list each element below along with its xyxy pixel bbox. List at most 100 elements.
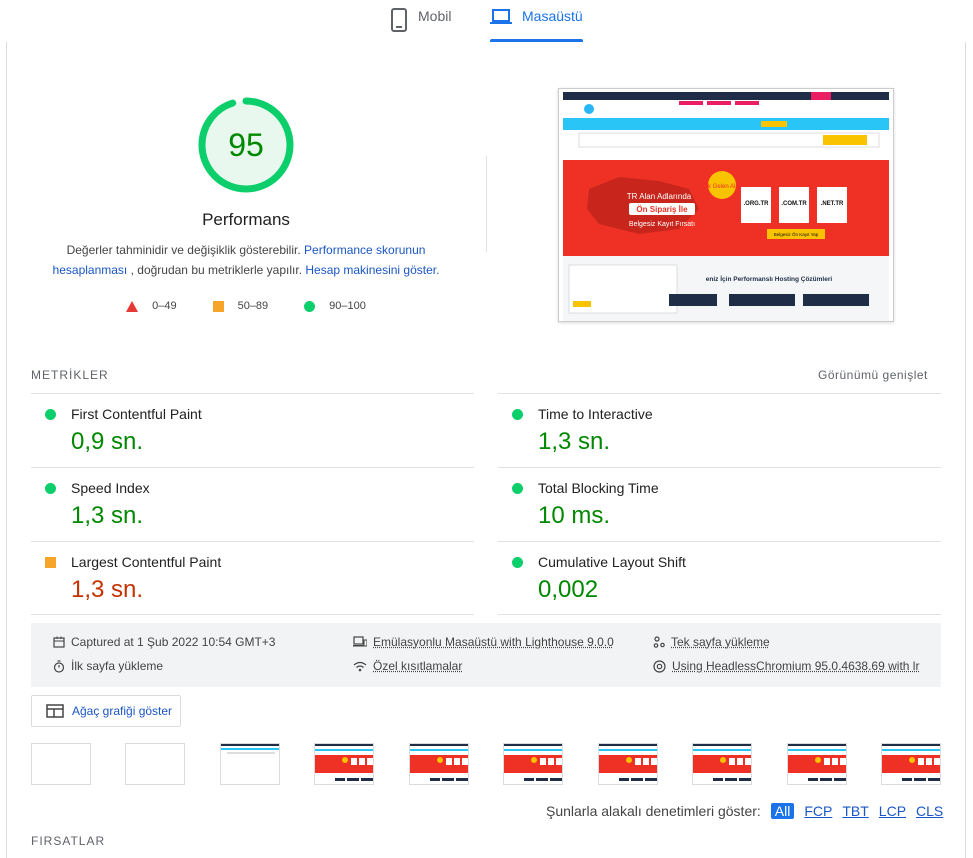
banner-line-3: Belgesiz Kayıt Fırsatı (629, 221, 695, 228)
metrics-heading: METRİKLER (31, 368, 109, 382)
filmstrip-frame-7 (598, 743, 658, 785)
emulation-info: Emülasyonlu Masaüstü with Lighthouse 9.0… (353, 635, 614, 649)
pass-circle-icon (512, 483, 523, 494)
score-legend: 0–49 50–89 90–100 (0, 300, 492, 312)
throttling-text[interactable]: Özel kısıtlamalar (373, 659, 462, 673)
pass-circle-icon (45, 409, 56, 420)
filter-chip-fcp[interactable]: FCP (804, 803, 832, 819)
triangle-icon (126, 300, 139, 312)
frame-image (410, 744, 468, 781)
screenshot-image: İlk Gelen Alır TR Alan Adlarında Ön Sipa… (563, 92, 889, 321)
metric-value: 1,3 sn. (71, 502, 144, 529)
legend-average-label: 50–89 (237, 300, 269, 312)
expand-view-toggle[interactable]: Görünümü genişlet (818, 368, 928, 382)
metric-name: Cumulative Layout Shift (538, 554, 686, 570)
final-screenshot[interactable]: İlk Gelen Alır TR Alan Adlarında Ön Sipa… (558, 88, 894, 322)
calendar-icon (53, 636, 65, 648)
emulation-text[interactable]: Emülasyonlu Masaüstü with Lighthouse 9.0… (373, 635, 614, 649)
metric-value: 0,002 (538, 576, 599, 603)
legend-fail-label: 0–49 (152, 300, 177, 312)
metric-value: 1,3 sn. (538, 428, 611, 455)
treemap-icon (46, 704, 64, 718)
timer-icon (53, 659, 65, 673)
throttling-info: Özel kısıtlamalar (353, 659, 462, 673)
circle-icon (304, 300, 316, 312)
filmstrip-frame-9 (787, 743, 847, 785)
devices-icon (353, 636, 367, 647)
treemap-button-label: Ağaç grafiği göster (72, 704, 173, 718)
filmstrip-frame-2 (125, 743, 185, 785)
performance-title: Performans (202, 210, 290, 229)
browser-text[interactable]: Using HeadlessChromium 95.0.4638.69 with… (672, 659, 919, 673)
banner-cta: Belgesiz Ön Kayıt Yap (774, 231, 819, 237)
frame-image (315, 744, 373, 781)
metric-name: Total Blocking Time (538, 480, 659, 496)
average-square-icon (45, 557, 56, 568)
metric-name: First Contentful Paint (71, 406, 202, 422)
filter-chip-lcp[interactable]: LCP (879, 803, 906, 819)
opportunities-heading: FIRSATLAR (31, 834, 106, 848)
desc-text-1: Değerler tahminidir ve değişiklik göster… (66, 243, 305, 257)
pass-circle-icon (512, 409, 523, 420)
metrics-divider (31, 614, 474, 615)
domain-2: .COM.TR (781, 201, 807, 207)
pass-circle-icon (512, 557, 523, 568)
tab-desktop-label: Masaüstü (522, 8, 583, 24)
metric-fcp: First Contentful Paint 0,9 sn. (31, 393, 474, 467)
calculator-link[interactable]: Hesap makinesini göster. (305, 263, 439, 277)
metric-name: Speed Index (71, 480, 150, 496)
frame-image (788, 744, 846, 781)
runtime-info: Captured at 1 Şub 2022 10:54 GMT+3 İlk s… (31, 623, 941, 687)
browser-info: Using HeadlessChromium 95.0.4638.69 with… (653, 659, 919, 673)
first-load-info: İlk sayfa yükleme (53, 659, 163, 673)
filmstrip-frame-3 (220, 743, 280, 785)
filter-chip-cls[interactable]: CLS (916, 803, 943, 819)
badge-text: İlk Gelen Alır (705, 183, 739, 190)
filmstrip-frame-10 (881, 743, 941, 785)
metric-name: Time to Interactive (538, 406, 653, 422)
first-load-text: İlk sayfa yükleme (71, 659, 164, 673)
domain-3: .NET.TR (821, 201, 844, 207)
metric-name: Largest Contentful Paint (71, 554, 222, 570)
phone-icon (391, 8, 407, 32)
frame-image (882, 744, 940, 781)
pass-circle-icon (45, 483, 56, 494)
treemap-button[interactable]: Ağaç grafiği göster (31, 695, 181, 727)
metric-value: 0,9 sn. (71, 428, 144, 455)
metric-value: 10 ms. (538, 502, 611, 529)
frame-image (599, 744, 657, 781)
captured-info: Captured at 1 Şub 2022 10:54 GMT+3 (53, 635, 275, 649)
performance-score: 95 (228, 126, 264, 163)
filter-chip-all[interactable]: All (770, 803, 795, 819)
metric-value: 1,3 sn. (71, 576, 144, 603)
audit-filter: Şunlarla alakalı denetimleri göster: All… (546, 803, 943, 819)
performance-description: Değerler tahminidir ve değişiklik göster… (46, 240, 446, 280)
hosting-heading: eniz İçin Performanslı Hosting Çözümleri (706, 275, 833, 283)
metric-tbt: Total Blocking Time 10 ms. (498, 467, 941, 541)
legend-pass-label: 90–100 (329, 300, 366, 312)
metric-lcp: Largest Contentful Paint 1,3 sn. (31, 541, 474, 615)
performance-gauge: 95 (197, 96, 295, 194)
legend-fail: 0–49 (126, 300, 177, 312)
frame-image (693, 744, 751, 781)
filmstrip-frame-1 (31, 743, 91, 785)
single-load-text[interactable]: Tek sayfa yükleme (671, 635, 770, 649)
metric-cls: Cumulative Layout Shift 0,002 (498, 541, 941, 615)
frame-image (221, 744, 279, 754)
metric-tti: Time to Interactive 1,3 sn. (498, 393, 941, 467)
vertical-divider (486, 156, 487, 252)
legend-average: 50–89 (212, 300, 269, 312)
metrics-divider (498, 614, 941, 615)
metric-si: Speed Index 1,3 sn. (31, 467, 474, 541)
banner-line-1: TR Alan Adlarında (627, 192, 692, 201)
tab-desktop[interactable]: Masaüstü (490, 6, 583, 42)
filmstrip-frame-4 (314, 743, 374, 785)
tab-mobile[interactable]: Mobil (390, 6, 451, 42)
laptop-icon (490, 9, 512, 24)
nodes-icon (653, 636, 665, 648)
filmstrip-frame-6 (503, 743, 563, 785)
filter-chip-tbt[interactable]: TBT (842, 803, 868, 819)
filter-label: Şunlarla alakalı denetimleri göster: (546, 803, 761, 819)
chrome-icon (653, 659, 666, 673)
square-icon (212, 300, 224, 312)
